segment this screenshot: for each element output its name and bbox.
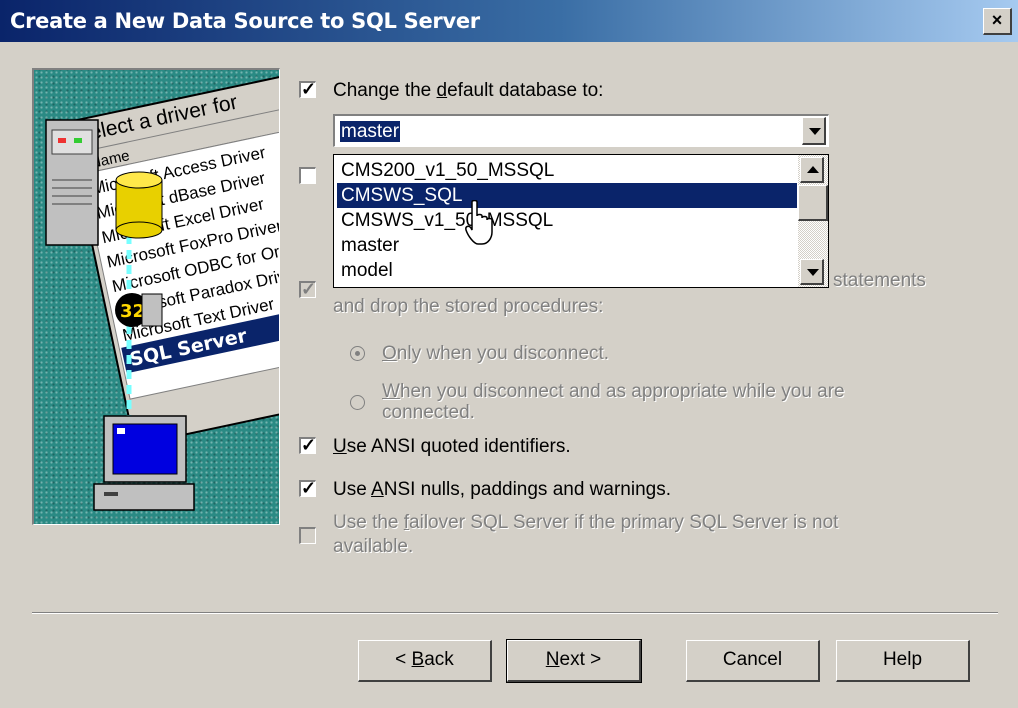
dropdown-item[interactable]: master <box>337 233 797 258</box>
title-bar: Create a New Data Source to SQL Server × <box>0 0 1018 42</box>
failover-label-line2: available. <box>333 536 414 557</box>
create-temp-label-line2: and drop the stored procedures: <box>333 296 604 317</box>
database-icon <box>115 171 163 239</box>
chevron-down-icon <box>809 128 821 135</box>
when-disconnect-label: When you disconnect and as appropriate w… <box>382 381 845 402</box>
help-button[interactable]: Help <box>836 640 970 682</box>
dropdown-scrollbar[interactable] <box>798 155 828 287</box>
change-default-db-checkbox[interactable]: ✓ <box>299 80 316 98</box>
when-disconnect-label-line2: connected. <box>382 402 475 423</box>
scroll-down-button[interactable] <box>800 259 824 285</box>
badge-32-label: 32 <box>120 301 145 322</box>
cancel-button[interactable]: Cancel <box>686 640 820 682</box>
default-database-value: master <box>340 121 401 142</box>
close-icon: × <box>991 10 1003 30</box>
default-database-combobox[interactable]: master <box>333 114 829 147</box>
ansi-nulls-label: Use ANSI nulls, paddings and warnings. <box>333 479 672 500</box>
dropdown-item[interactable]: model <box>337 258 797 283</box>
only-disconnect-label: Only when you disconnect. <box>382 343 610 364</box>
failover-checkbox <box>299 527 316 544</box>
next-button[interactable]: Next > <box>506 639 642 683</box>
create-temp-label-tail: statements <box>833 270 926 291</box>
driver-list-illustration: Select a driver for Name Microsoft Acces… <box>45 73 279 511</box>
only-disconnect-radio <box>350 346 365 361</box>
database-dropdown-list[interactable]: CMS200_v1_50_MSSQL CMSWS_SQL CMSWS_v1_50… <box>333 154 829 288</box>
ansi-quoted-label: Use ANSI quoted identifiers. <box>333 436 571 457</box>
badge-32-icon: 32 <box>115 293 163 327</box>
separator-highlight <box>32 613 998 614</box>
when-disconnect-radio <box>350 395 365 410</box>
ansi-nulls-checkbox[interactable]: ✓ <box>299 479 316 497</box>
dropdown-item-selected[interactable]: CMSWS_SQL <box>337 183 797 208</box>
combo-dropdown-button[interactable] <box>802 117 826 145</box>
wizard-illustration: Select a driver for Name Microsoft Acces… <box>32 68 280 525</box>
dropdown-item[interactable]: CMS200_v1_50_MSSQL <box>337 158 797 183</box>
chevron-down-icon <box>807 269 819 276</box>
server-icon <box>45 119 99 246</box>
change-default-db-label: Change the default database to: <box>333 80 604 101</box>
mouse-cursor-icon <box>465 200 493 245</box>
computer-icon <box>93 415 195 511</box>
create-temp-checkbox: ✓ <box>299 279 317 299</box>
dropdown-item[interactable]: CMSWS_v1_50_MSSQL <box>337 208 797 233</box>
close-button[interactable]: × <box>983 8 1012 35</box>
back-button[interactable]: < Back <box>358 640 492 682</box>
scroll-thumb[interactable] <box>798 185 828 221</box>
failover-label: Use the failover SQL Server if the prima… <box>333 512 839 533</box>
attach-db-checkbox[interactable] <box>299 167 316 184</box>
ansi-quoted-checkbox[interactable]: ✓ <box>299 436 316 454</box>
chevron-up-icon <box>807 166 819 173</box>
scroll-up-button[interactable] <box>800 157 824 183</box>
window-title: Create a New Data Source to SQL Server <box>10 9 480 33</box>
